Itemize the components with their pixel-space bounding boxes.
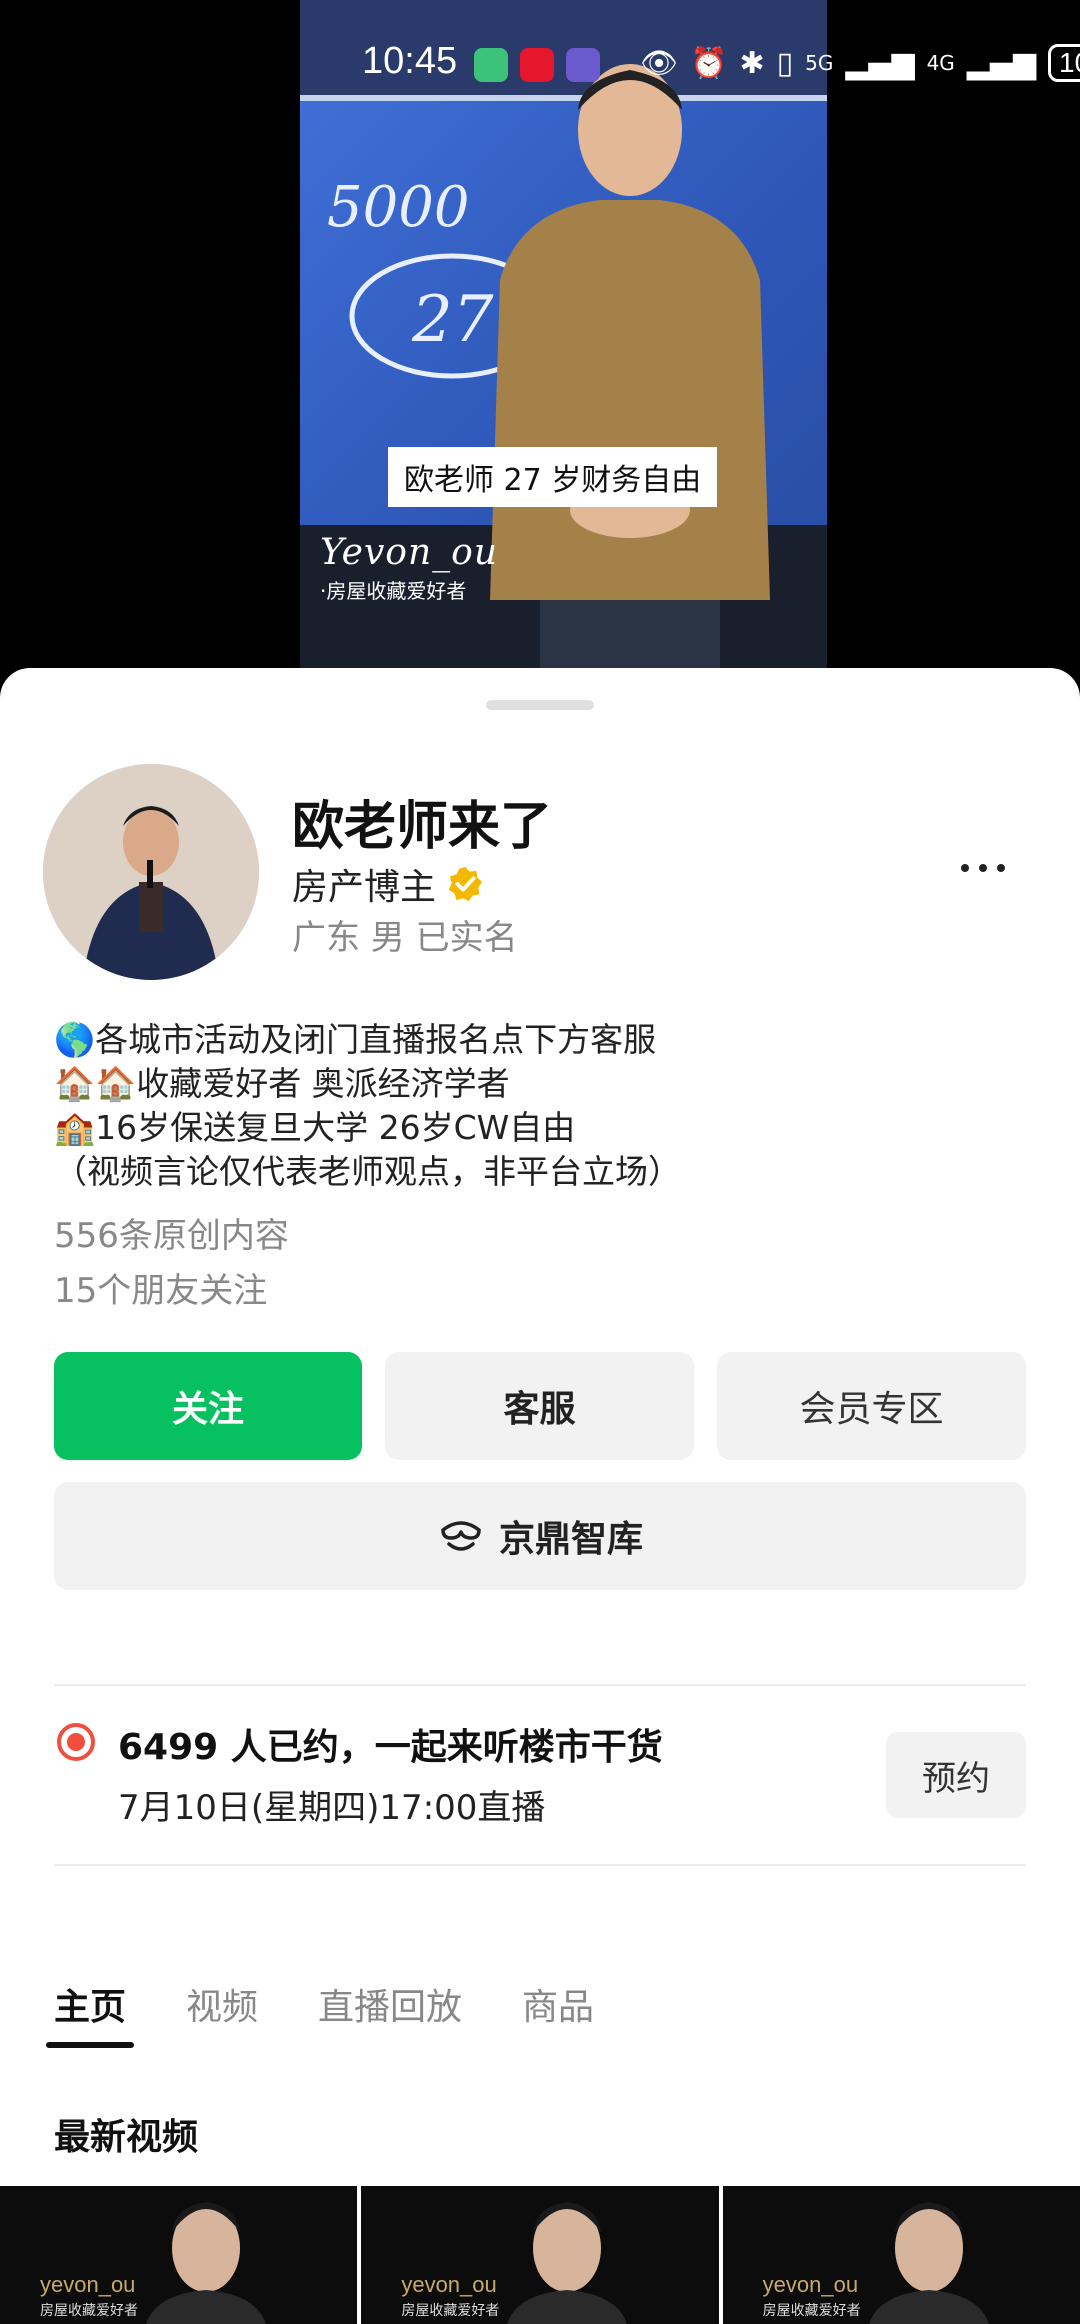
think-tank-button[interactable]: 京鼎智库 [54, 1482, 1026, 1590]
thumbnail-name: yevon_ou [40, 2272, 136, 2297]
board-text-1: 5000 [327, 175, 470, 240]
thumbnail-tag: 房屋收藏爱好者 [401, 2303, 500, 2319]
video-thumbnail[interactable]: yevon_ou 房屋收藏爱好者 [361, 2186, 719, 2324]
latest-videos-grid: yevon_ou 房屋收藏爱好者 yevon_ou 房屋收藏爱好者 yevon_… [0, 2186, 1080, 2324]
verified-badge-icon [448, 866, 483, 902]
follow-button[interactable]: 关注 [54, 1352, 362, 1460]
status-bar: 10:45 👁 ⏰ ✱ ▯ 5G ▂▄▆ 4G ▂▄▆ 100 [0, 0, 1080, 130]
thumbnail-watermark: yevon_ou 房屋收藏爱好者 [763, 2272, 861, 2320]
thumbnail-name: yevon_ou [762, 2272, 859, 2297]
profile-meta: 广东 男 已实名 [292, 918, 518, 958]
live-record-icon [57, 1723, 95, 1761]
more-dot-icon [997, 864, 1005, 872]
divider [54, 1684, 1026, 1686]
thumbnail-tag: 房屋收藏爱好者 [762, 2303, 861, 2319]
bio-text: 收藏爱好者 奥派经济学者 [136, 1064, 510, 1103]
status-time: 10:45 [362, 40, 458, 82]
eye-icon: 👁 [640, 45, 679, 81]
thumbnail-portrait [868, 2202, 989, 2324]
video-thumbnail[interactable]: yevon_ou 房屋收藏爱好者 [722, 2186, 1080, 2324]
status-indicators: 👁 ⏰ ✱ ▯ 5G ▂▄▆ 4G ▂▄▆ 100 [640, 44, 1080, 82]
status-app-icons [474, 48, 600, 82]
video-thumbnail[interactable]: yevon_ou 房屋收藏爱好者 [0, 2186, 358, 2324]
profile-role-label: 房产博主 [292, 867, 437, 908]
tab-products[interactable]: 商品 [522, 1978, 594, 2048]
weibo-icon [520, 48, 554, 82]
thumbnail-name: yevon_ou [401, 2272, 497, 2297]
member-zone-button[interactable]: 会员专区 [717, 1352, 1026, 1460]
divider [54, 1864, 1026, 1866]
battery-indicator: 100 [1048, 44, 1080, 82]
avatar[interactable] [43, 764, 259, 980]
app-notification-icon [566, 48, 600, 82]
think-tank-label: 京鼎智库 [498, 1519, 643, 1560]
friends-follow-count[interactable]: 15个朋友关注 [54, 1263, 267, 1312]
shop-icon [441, 1521, 481, 1551]
bio-line: 🌎各城市活动及闭门直播报名点下方客服 [54, 1018, 1034, 1062]
tab-live-replay[interactable]: 直播回放 [318, 1978, 462, 2048]
tab-home[interactable]: 主页 [45, 1978, 135, 2048]
live-schedule-time: 7月10日(星期四)17:00直播 [118, 1788, 546, 1828]
thumbnail-portrait [507, 2202, 628, 2324]
original-works-count[interactable]: 556条原创内容 [54, 1208, 289, 1257]
presenter-figure [490, 64, 770, 668]
profile-role: 房产博主 [292, 858, 484, 910]
signal-5g-icon: 5G [805, 51, 834, 75]
profile-name: 欧老师来了 [292, 797, 553, 857]
bio-text: 16岁保送复旦大学 26岁CW自由 [95, 1108, 576, 1147]
profile-bio: 🌎各城市活动及闭门直播报名点下方客服 🏠🏠收藏爱好者 奥派经济学者 🏫16岁保送… [54, 1018, 1034, 1194]
thumbnail-tag: 房屋收藏爱好者 [40, 2303, 138, 2319]
signal-bars-icon: ▂▄▆ [966, 45, 1037, 81]
alarm-icon: ⏰ [690, 45, 728, 81]
video-player[interactable]: 5000 27 欧老师 27 岁财务自由 Yevon_ou ·房屋收藏爱好者 1… [0, 0, 1080, 690]
signal-4g-icon: 4G [926, 51, 955, 75]
more-dot-icon [961, 864, 969, 872]
tab-videos[interactable]: 视频 [186, 1978, 258, 2048]
bio-line: （视频言论仅代表老师观点，非平台立场） [54, 1150, 1034, 1194]
customer-service-button[interactable]: 客服 [385, 1352, 694, 1460]
watermark-name: Yevon_ou [320, 532, 498, 573]
profile-sheet: 欧老师来了 房产博主 广东 男 已实名 🌎各城市活动及闭门直播报名点下方客服 🏠… [0, 668, 1080, 2324]
video-caption: 欧老师 27 岁财务自由 [388, 447, 718, 507]
signal-bars-icon: ▂▄▆ [845, 45, 915, 81]
vibrate-icon: ▯ [776, 45, 794, 81]
more-dot-icon [979, 864, 987, 872]
sheet-grabber[interactable] [486, 700, 594, 710]
bio-text: （视频言论仅代表老师观点，非平台立场） [54, 1152, 681, 1191]
app-notification-icon [474, 48, 508, 82]
more-options-button[interactable] [948, 848, 1018, 888]
thumbnail-watermark: yevon_ou 房屋收藏爱好者 [401, 2272, 499, 2320]
bio-line: 🏫16岁保送复旦大学 26岁CW自由 [54, 1106, 1034, 1150]
avatar-image [43, 764, 259, 980]
house-icon: 🏠🏠 [54, 1064, 137, 1103]
bio-line: 🏠🏠收藏爱好者 奥派经济学者 [54, 1062, 1034, 1106]
reserve-button[interactable]: 预约 [886, 1732, 1026, 1818]
bio-text: 各城市活动及闭门直播报名点下方客服 [95, 1020, 657, 1059]
globe-icon: 🌎 [54, 1020, 96, 1059]
latest-videos-title: 最新视频 [54, 2117, 199, 2158]
video-watermark: Yevon_ou ·房屋收藏爱好者 [320, 532, 498, 604]
school-icon: 🏫 [54, 1108, 96, 1147]
thumbnail-portrait [146, 2202, 266, 2324]
live-reservation-title[interactable]: 6499 人已约，一起来听楼市干货 [118, 1718, 663, 1770]
watermark-tag: ·房屋收藏爱好者 [320, 579, 467, 603]
thumbnail-watermark: yevon_ou 房屋收藏爱好者 [40, 2272, 138, 2320]
bluetooth-icon: ✱ [739, 45, 765, 81]
profile-tabs: 主页 视频 直播回放 商品 [45, 1978, 594, 2048]
